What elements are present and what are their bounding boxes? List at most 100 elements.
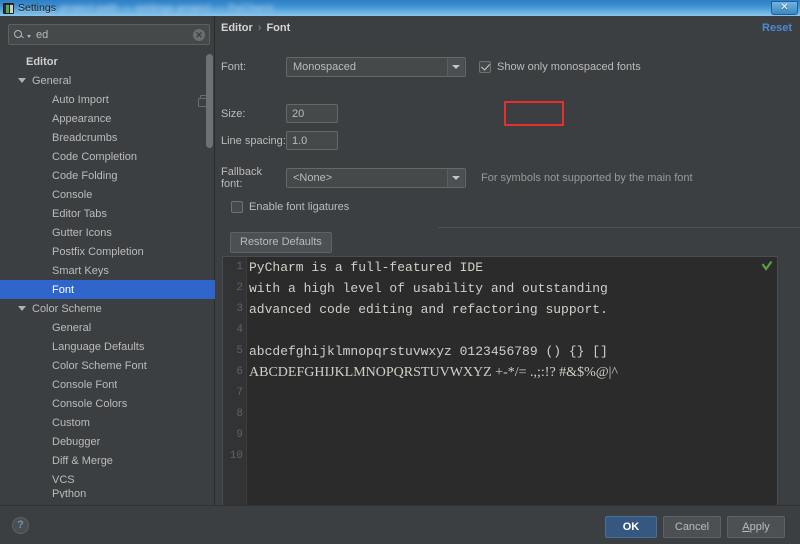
search-input[interactable] (34, 28, 193, 41)
reset-link[interactable]: Reset (762, 22, 792, 34)
sidebar-item-font[interactable]: Font (0, 280, 215, 299)
sidebar-item-editor-tabs[interactable]: Editor Tabs (0, 204, 215, 223)
sidebar-item-label: Custom (52, 416, 90, 429)
sidebar-item-label: Font (52, 283, 75, 296)
gutter-line-number: 8 (236, 408, 243, 420)
titlebar-left: Settings project path — settings project… (0, 2, 771, 14)
sidebar-item-general[interactable]: General (0, 71, 215, 90)
preview-line: abcdefghijklmnopqrstuvwxyz 0123456789 ()… (249, 344, 608, 359)
sidebar-item-label: Console (52, 188, 93, 201)
preview-line (249, 383, 777, 404)
font-ligatures-label: Enable font ligatures (249, 201, 350, 213)
sidebar-item-postfix-completion[interactable]: Postfix Completion (0, 242, 215, 261)
gutter-line-number: 2 (236, 282, 243, 294)
window-title: Settings (18, 2, 56, 14)
search-icon (13, 28, 26, 41)
breadcrumb-current: Font (266, 22, 291, 34)
sidebar-item-label: Postfix Completion (52, 245, 144, 258)
gutter-line-number: 5 (236, 345, 243, 357)
sidebar-item-editor[interactable]: Editor (0, 52, 215, 71)
font-size-input[interactable] (286, 104, 338, 123)
sidebar-item-console[interactable]: Console (0, 185, 215, 204)
monospaced-only-checkbox[interactable] (479, 61, 491, 73)
sidebar-item-appearance[interactable]: Appearance (0, 109, 215, 128)
sidebar-item-label: Python (52, 489, 87, 498)
sidebar-item-debugger[interactable]: Debugger (0, 432, 215, 451)
restore-defaults-button[interactable]: Restore Defaults (230, 232, 332, 253)
preview-line: ABCDEFGHIJKLMNOPQRSTUVWXYZ +-*/= .,;:!? … (249, 365, 618, 380)
sidebar-item-color-scheme[interactable]: Color Scheme (0, 299, 215, 318)
font-family-value: Monospaced (293, 61, 356, 73)
preview-line: PyCharm is a full-featured IDE (249, 260, 484, 275)
fallback-font-value: <None> (293, 172, 333, 184)
preview-line (249, 320, 777, 341)
pycharm-icon (3, 2, 14, 14)
sidebar-item-label: Console Colors (52, 397, 128, 410)
sidebar-item-diff-merge[interactable]: Diff & Merge (0, 451, 215, 470)
gutter-line-number: 6 (236, 366, 243, 378)
fallback-font-label: Fallback font: (221, 166, 262, 190)
font-label: Font: (221, 61, 247, 73)
fallback-font-dropdown-button[interactable] (447, 169, 464, 187)
preview-code[interactable]: PyCharm is a full-featured IDE with a hig… (249, 257, 777, 511)
sidebar-item-label: Editor Tabs (52, 207, 107, 220)
fallback-font-select[interactable]: <None> (286, 168, 466, 188)
sidebar-item-label: Color Scheme Font (52, 359, 147, 372)
apply-mnemonic: A (742, 521, 750, 533)
line-spacing-row: Line spacing: (221, 131, 338, 150)
settings-sidebar: ✕ Editor General Auto Import Appearance Brea… (0, 16, 215, 505)
preview-line: with a high level of usability and outst… (249, 281, 608, 296)
breadcrumb-parent[interactable]: Editor (221, 22, 253, 34)
apply-rest: pply (749, 521, 770, 533)
sidebar-item-code-completion[interactable]: Code Completion (0, 147, 215, 166)
settings-tree[interactable]: Editor General Auto Import Appearance Breadc… (0, 52, 215, 505)
window-title-path: project path — settings project — PyChar… (59, 2, 275, 14)
preview-line (249, 425, 777, 446)
sidebar-item-breadcrumbs[interactable]: Breadcrumbs (0, 128, 215, 147)
search-field[interactable]: ✕ (8, 24, 210, 45)
line-spacing-input[interactable] (286, 131, 338, 150)
sidebar-item-label: Language Defaults (52, 340, 145, 353)
gutter-line-number: 7 (236, 387, 243, 399)
sidebar-item-color-scheme-font[interactable]: Color Scheme Font (0, 356, 215, 375)
font-ligatures-checkbox[interactable] (231, 201, 243, 213)
font-preview-pane[interactable]: 1 2 3 4 5 6 7 8 9 10 PyCharm is a full-featured I… (222, 256, 778, 512)
ok-button[interactable]: OK (605, 516, 657, 538)
sidebar-item-language-defaults[interactable]: Language Defaults (0, 337, 215, 356)
green-check-icon (761, 260, 773, 271)
sidebar-item-gutter-icons[interactable]: Gutter Icons (0, 223, 215, 242)
ligatures-row: Enable font ligatures (231, 201, 349, 213)
expand-collapse-icon[interactable] (18, 306, 26, 311)
chevron-down-icon[interactable] (27, 34, 31, 38)
sidebar-item-code-folding[interactable]: Code Folding (0, 166, 215, 185)
close-icon[interactable]: ✕ (771, 1, 798, 15)
sidebar-item-label: Breadcrumbs (52, 131, 118, 144)
expand-collapse-icon[interactable] (18, 78, 26, 83)
sidebar-item-label: VCS (52, 473, 75, 486)
font-row: Font: Monospaced Show only monospaced fo… (221, 57, 641, 77)
sidebar-item-console-colors[interactable]: Console Colors (0, 394, 215, 413)
sidebar-item-python[interactable]: Python (0, 489, 215, 498)
line-spacing-label: Line spacing: (221, 134, 286, 147)
dialog-footer: ? OK Cancel Apply (0, 505, 800, 544)
font-family-select[interactable]: Monospaced (286, 57, 466, 77)
help-button[interactable]: ? (12, 517, 29, 534)
gutter-line-number: 9 (236, 429, 243, 441)
cancel-button[interactable]: Cancel (663, 516, 721, 538)
sidebar-item-auto-import[interactable]: Auto Import (0, 90, 215, 109)
sidebar-item-console-font[interactable]: Console Font (0, 375, 215, 394)
sidebar-item-vcs[interactable]: VCS (0, 470, 215, 489)
sidebar-item-smart-keys[interactable]: Smart Keys (0, 261, 215, 280)
clear-search-icon[interactable]: ✕ (193, 28, 205, 41)
monospaced-only-label: Show only monospaced fonts (497, 61, 641, 73)
fallback-font-row: Fallback font: <None> For symbols not su… (221, 166, 693, 190)
sidebar-item-general[interactable]: General (0, 318, 215, 337)
gutter-line-number: 4 (236, 324, 243, 336)
apply-button[interactable]: Apply (727, 516, 785, 538)
font-family-dropdown-button[interactable] (447, 58, 464, 76)
sidebar-scrollbar[interactable] (206, 54, 213, 148)
preview-line (249, 446, 777, 467)
sidebar-item-custom[interactable]: Custom (0, 413, 215, 432)
sidebar-item-label: General (52, 321, 92, 334)
settings-dialog: ✕ Editor General Auto Import Appearance Brea… (0, 16, 800, 544)
